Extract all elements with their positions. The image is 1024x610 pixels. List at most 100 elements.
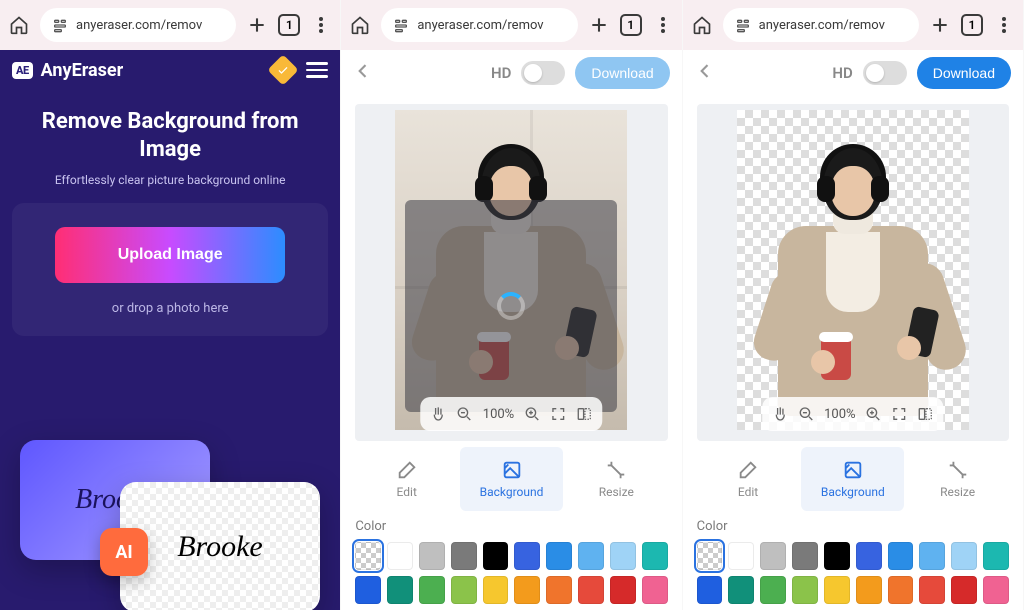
color-swatch[interactable] [824, 542, 850, 570]
hamburger-menu-icon[interactable] [306, 62, 328, 78]
loading-spinner-icon [497, 292, 525, 320]
color-swatch[interactable] [419, 542, 445, 570]
color-label: Color [697, 519, 1009, 534]
ai-badge: AI [100, 528, 148, 576]
color-swatch[interactable] [888, 542, 914, 570]
color-swatch[interactable] [387, 542, 413, 570]
color-swatch[interactable] [419, 576, 445, 604]
new-tab-icon[interactable] [588, 14, 610, 36]
zoom-in-icon[interactable] [524, 406, 540, 422]
site-settings-icon [735, 17, 751, 33]
color-swatch[interactable] [919, 542, 945, 570]
zoom-out-icon[interactable] [798, 406, 814, 422]
address-bar[interactable]: anyeraser.com/remov [381, 8, 577, 42]
browser-bar: anyeraser.com/remov 1 [683, 0, 1023, 50]
tab-count[interactable]: 1 [620, 14, 642, 36]
color-swatch[interactable] [514, 542, 540, 570]
zoom-out-icon[interactable] [457, 406, 473, 422]
color-section: Color [355, 519, 667, 610]
address-bar[interactable]: anyeraser.com/remov [723, 8, 919, 42]
color-swatch[interactable] [951, 576, 977, 604]
color-swatch[interactable] [483, 542, 509, 570]
loading-overlay [405, 200, 617, 412]
overflow-menu-icon[interactable] [993, 14, 1015, 36]
color-swatch[interactable] [983, 542, 1009, 570]
color-swatch[interactable] [610, 576, 636, 604]
tab-count[interactable]: 1 [961, 14, 983, 36]
color-swatch[interactable] [792, 542, 818, 570]
color-swatch[interactable] [355, 576, 381, 604]
color-swatch[interactable] [856, 542, 882, 570]
home-icon[interactable] [691, 14, 713, 36]
tab-resize[interactable]: Resize [565, 447, 668, 511]
fullscreen-icon[interactable] [550, 406, 566, 422]
hd-toggle[interactable] [521, 61, 565, 85]
overflow-menu-icon[interactable] [652, 14, 674, 36]
tab-background[interactable]: Background [801, 447, 904, 511]
color-swatch[interactable] [610, 542, 636, 570]
pan-icon[interactable] [431, 406, 447, 422]
compare-icon[interactable] [576, 406, 592, 422]
color-swatch[interactable] [697, 576, 723, 604]
panel-editor-processing: anyeraser.com/remov 1 HD Download [341, 0, 682, 610]
home-icon[interactable] [8, 14, 30, 36]
color-swatch[interactable] [951, 542, 977, 570]
example-card-front: Brooke [120, 482, 320, 610]
color-swatch[interactable] [546, 542, 572, 570]
fullscreen-icon[interactable] [892, 406, 908, 422]
color-swatch[interactable] [642, 576, 668, 604]
url-text: anyeraser.com/remov [759, 18, 885, 33]
hd-toggle[interactable] [863, 61, 907, 85]
color-swatch[interactable] [355, 542, 381, 570]
back-icon[interactable] [353, 61, 373, 85]
color-swatch[interactable] [697, 542, 723, 570]
color-swatch[interactable] [888, 576, 914, 604]
color-swatch[interactable] [728, 542, 754, 570]
browser-bar: anyeraser.com/remov 1 [341, 0, 681, 50]
tab-count[interactable]: 1 [278, 14, 300, 36]
download-button[interactable]: Download [917, 57, 1011, 89]
color-swatch[interactable] [578, 576, 604, 604]
color-swatch[interactable] [760, 542, 786, 570]
overflow-menu-icon[interactable] [310, 14, 332, 36]
color-swatch[interactable] [451, 542, 477, 570]
color-swatch[interactable] [451, 576, 477, 604]
zoom-level: 100% [483, 407, 514, 422]
color-swatch[interactable] [514, 576, 540, 604]
color-swatch[interactable] [546, 576, 572, 604]
color-label: Color [355, 519, 667, 534]
hd-label: HD [491, 64, 511, 82]
tab-edit[interactable]: Edit [355, 447, 458, 511]
color-swatch[interactable] [792, 576, 818, 604]
editor-topbar: HD Download [341, 50, 681, 96]
premium-badge-icon[interactable] [268, 54, 299, 85]
color-swatch[interactable] [578, 542, 604, 570]
hd-label: HD [832, 64, 852, 82]
tab-edit[interactable]: Edit [697, 447, 800, 511]
app-logo: AE [12, 62, 33, 79]
color-swatch[interactable] [983, 576, 1009, 604]
zoom-in-icon[interactable] [866, 406, 882, 422]
back-icon[interactable] [695, 61, 715, 85]
color-swatch[interactable] [642, 542, 668, 570]
tab-resize[interactable]: Resize [906, 447, 1009, 511]
color-swatch[interactable] [728, 576, 754, 604]
color-swatch[interactable] [824, 576, 850, 604]
color-swatch[interactable] [760, 576, 786, 604]
home-icon[interactable] [349, 14, 371, 36]
color-swatch[interactable] [919, 576, 945, 604]
swatch-row-2 [355, 576, 667, 604]
color-swatch[interactable] [856, 576, 882, 604]
pan-icon[interactable] [772, 406, 788, 422]
tab-background[interactable]: Background [460, 447, 563, 511]
address-bar[interactable]: anyeraser.com/remov [40, 8, 236, 42]
image-preview [737, 110, 969, 430]
color-swatch[interactable] [483, 576, 509, 604]
compare-icon[interactable] [918, 406, 934, 422]
panel-editor-result: anyeraser.com/remov 1 HD Download [683, 0, 1024, 610]
new-tab-icon[interactable] [246, 14, 268, 36]
new-tab-icon[interactable] [929, 14, 951, 36]
download-button[interactable]: Download [575, 57, 669, 89]
color-swatch[interactable] [387, 576, 413, 604]
upload-image-button[interactable]: Upload Image [55, 227, 285, 283]
